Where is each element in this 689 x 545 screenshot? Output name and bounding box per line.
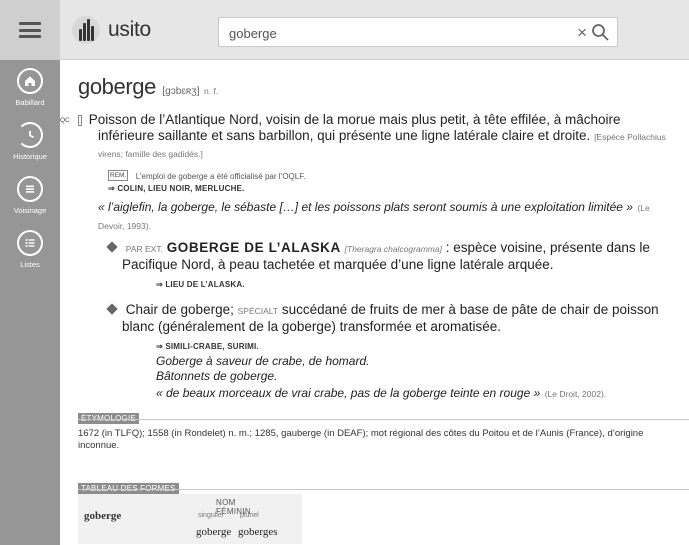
example-source: (Le Droit, 2002). — [544, 389, 607, 399]
example-3: Bâtonnets de goberge. — [156, 369, 278, 383]
subsense-definition-a: Chair de goberge; — [125, 302, 234, 317]
diamond-bullet-icon — [106, 241, 118, 253]
part-of-speech: n. f. — [204, 86, 219, 96]
example-2: Goberge à saveur de crabe, de homard. — [156, 354, 370, 368]
sense-1: QC Poisson de l’Atlantique Nord, voisin … — [60, 112, 676, 162]
latin-name: [Theragra chalcogramma] — [344, 244, 442, 254]
menu-button[interactable] — [0, 0, 60, 60]
subsense-term: GOBERGE DE L’ALASKA — [166, 240, 341, 255]
remark-text: L’emploi de goberge a été officialisé pa… — [135, 172, 306, 181]
hamburger-icon — [19, 22, 41, 38]
history-icon — [17, 122, 43, 148]
subsense-chair: Chair de goberge; SPÉCIALT succédané de … — [106, 302, 676, 335]
example-quote: « l’aiglefin, la goberge, le sébaste […]… — [98, 200, 633, 214]
sidebar-item-label: Babillard — [15, 98, 45, 107]
clear-search-icon[interactable]: × — [577, 23, 587, 43]
top-bar: usito × — [0, 0, 689, 60]
singular-label: singulier — [198, 512, 225, 519]
home-icon — [17, 68, 43, 94]
see-also-link[interactable]: ⇒ COLIN, LIEU NOIR, MERLUCHE. — [108, 184, 245, 193]
sidebar-item-label: Listes — [20, 260, 40, 269]
etymology-text: 1672 (in TLFQ); 1558 (in Rondelet) n. m.… — [78, 428, 644, 451]
search-box: × — [218, 17, 618, 47]
subsense-alaska: PAR EXT. GOBERGE DE L’ALASKA [Theragra c… — [106, 240, 676, 273]
singular-form: goberge — [196, 526, 232, 538]
usage-prefix: PAR EXT. — [125, 244, 163, 254]
plural-form: goberges — [238, 526, 278, 538]
example-4: « de beaux morceaux de vrai crabe, pas d… — [156, 384, 606, 402]
logo[interactable]: usito — [72, 14, 151, 46]
sidebar-item-listes[interactable]: Listes — [0, 230, 60, 284]
phonetic: [ɡɔbɛʀʒ] — [162, 86, 200, 97]
forms-word: goberge — [84, 510, 122, 522]
see-also-link[interactable]: ⇒ SIMILI-CRABE, SURIMI. — [156, 342, 259, 351]
sense-definition: Poisson de l’Atlantique Nord, voisin de … — [88, 112, 621, 143]
etymology-section: ÉTYMOLOGIE — [78, 408, 139, 426]
sidebar-item-historique[interactable]: Historique — [0, 122, 60, 176]
example-1: « l’aiglefin, la goberge, le sébaste […]… — [98, 198, 676, 234]
example-quote: « de beaux morceaux de vrai crabe, pas d… — [156, 386, 541, 400]
section-divider — [78, 419, 689, 420]
list-icon — [17, 230, 43, 256]
sidebar-item-label: Voisinage — [13, 206, 47, 215]
region-tag: QC — [60, 115, 82, 126]
search-input[interactable] — [229, 24, 559, 42]
entry-header: goberge [ɡɔbɛʀʒ] n. f. — [78, 74, 218, 100]
headword: goberge — [78, 74, 156, 99]
logo-mark-icon — [72, 16, 100, 44]
sidebar: Babillard Historique Voisinage Listes — [0, 60, 60, 545]
remark-tag: REM. — [108, 170, 129, 181]
sidebar-item-voisinage[interactable]: Voisinage — [0, 176, 60, 230]
remark: REM. L’emploi de goberge a été officiali… — [108, 166, 305, 184]
plural-label: pluriel — [240, 512, 259, 519]
sidebar-item-babillard[interactable]: Babillard — [0, 68, 60, 122]
diamond-bullet-icon — [106, 303, 118, 315]
section-divider — [78, 489, 689, 490]
main-content: goberge [ɡɔbɛʀʒ] n. f. QC Poisson de l’A… — [60, 60, 689, 545]
see-also-link[interactable]: ⇒ LIEU DE L’ALASKA. — [156, 280, 245, 289]
usage-prefix: SPÉCIALT — [237, 306, 279, 316]
sidebar-item-label: Historique — [13, 152, 47, 161]
search-icon[interactable] — [591, 23, 609, 41]
neighborhood-icon — [17, 176, 43, 202]
logo-text: usito — [108, 18, 151, 41]
